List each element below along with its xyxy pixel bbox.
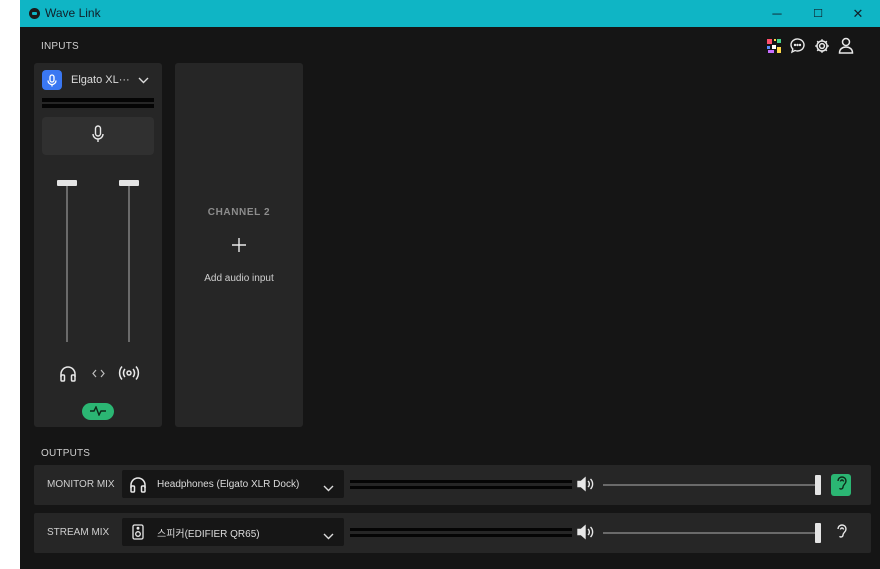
chevron-down-icon (323, 479, 334, 497)
multicolor-app-icon[interactable] (765, 37, 782, 54)
ear-icon (836, 523, 847, 543)
stream-volume-handle[interactable] (815, 523, 821, 543)
speaker-device-icon (128, 522, 148, 542)
monitor-listen-button[interactable] (831, 474, 851, 496)
channel-2-label: CHANNEL 2 (207, 207, 271, 218)
window-title: Wave Link (45, 6, 101, 20)
stream-level-meter-right (350, 534, 572, 537)
mic-mute-button[interactable] (42, 117, 154, 155)
monitor-level-meter-left (350, 480, 572, 483)
broadcast-icon[interactable] (117, 363, 141, 383)
stream-mix-label: STREAM MIX (47, 527, 110, 538)
feedback-chat-icon[interactable] (789, 37, 806, 54)
channel-source-name: Elgato XL··· (71, 74, 130, 86)
speaker-volume-icon[interactable] (577, 476, 597, 492)
minimize-button[interactable]: ─ (757, 0, 797, 27)
wave-link-logo-icon (29, 8, 40, 19)
maximize-button[interactable]: ☐ (798, 0, 838, 27)
input-level-meter-left (42, 98, 154, 102)
monitor-fader-track[interactable] (66, 183, 68, 342)
headphones-icon[interactable] (57, 363, 79, 383)
stream-device-select[interactable]: 스피커(EDIFIER QR65) (122, 518, 344, 546)
monitor-volume-handle[interactable] (815, 475, 821, 495)
stream-fader-track[interactable] (128, 183, 130, 342)
stream-volume-track[interactable] (603, 532, 821, 534)
user-icon[interactable] (837, 37, 854, 54)
input-level-meter-right (42, 104, 154, 108)
monitor-volume-track[interactable] (603, 484, 821, 486)
waveform-icon (89, 403, 107, 421)
input-channel-1: Elgato XL··· (34, 63, 162, 427)
microphone-icon (92, 124, 104, 148)
inputs-label: INPUTS (41, 41, 79, 52)
add-audio-input-label[interactable]: Add audio input (175, 273, 303, 284)
stream-fader-handle[interactable] (119, 180, 139, 186)
ear-icon (836, 475, 847, 495)
monitor-device-name: Headphones (Elgato XLR Dock) (157, 478, 300, 490)
headphones-icon (128, 474, 148, 494)
input-channel-2[interactable]: CHANNEL 2 Add audio input (175, 63, 303, 427)
monitor-device-select[interactable]: Headphones (Elgato XLR Dock) (122, 470, 344, 498)
top-toolbar (765, 37, 854, 54)
monitor-fader-handle[interactable] (57, 180, 77, 186)
title-bar: Wave Link ─ ☐ ✕ (20, 0, 880, 27)
stream-mix-row: STREAM MIX 스피커(EDIFIER QR65) (34, 513, 871, 553)
link-faders-icon[interactable] (90, 365, 106, 381)
microphone-icon (42, 70, 62, 90)
speaker-volume-icon[interactable] (577, 524, 597, 540)
stream-device-name: 스피커(EDIFIER QR65) (157, 528, 260, 540)
close-button[interactable]: ✕ (838, 0, 878, 27)
plus-icon[interactable] (227, 233, 251, 257)
monitor-mix-label: MONITOR MIX (47, 479, 115, 490)
chevron-down-icon (138, 71, 149, 89)
gear-icon[interactable] (813, 37, 830, 54)
app-body: INPUTS Elgato XL··· CHANNEL 2 Add audio … (20, 27, 880, 569)
effects-toggle-button[interactable] (82, 403, 114, 420)
stream-level-meter-left (350, 528, 572, 531)
channel-source-selector[interactable]: Elgato XL··· (42, 70, 156, 90)
monitor-mix-row: MONITOR MIX Headphones (Elgato XLR Dock) (34, 465, 871, 505)
chevron-down-icon (323, 527, 334, 545)
stream-listen-button[interactable] (831, 522, 851, 544)
outputs-label: OUTPUTS (41, 448, 91, 459)
monitor-level-meter-right (350, 486, 572, 489)
